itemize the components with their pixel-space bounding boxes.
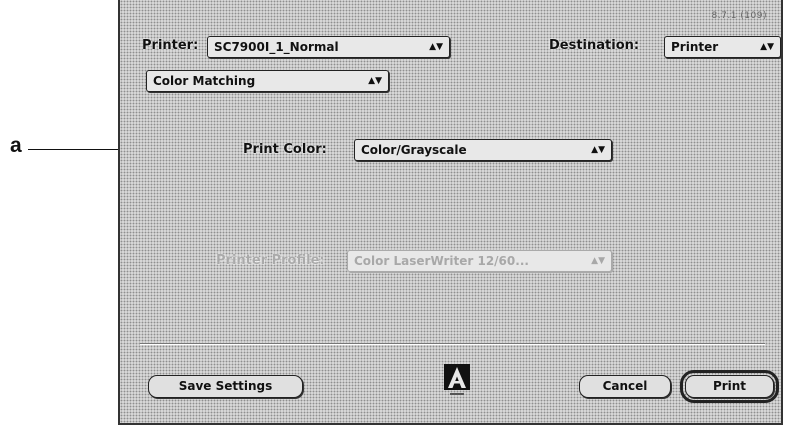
destination-popup[interactable]: Printer ▲▼ — [664, 36, 781, 58]
printer-profile-popup: Color LaserWriter 12/60... ▲▼ — [347, 250, 612, 272]
footer-divider — [140, 343, 765, 345]
destination-label: Destination: — [549, 38, 640, 53]
printer-popup-value: SC7900I_1_Normal — [214, 40, 339, 54]
popup-arrows-icon: ▲▼ — [591, 145, 605, 155]
destination-popup-value: Printer — [671, 40, 719, 54]
printer-popup[interactable]: SC7900I_1_Normal ▲▼ — [207, 36, 450, 58]
printer-profile-label: Printer Profile: — [216, 253, 325, 268]
popup-arrows-icon: ▲▼ — [429, 42, 443, 52]
panel-selector-popup[interactable]: Color Matching ▲▼ — [146, 70, 389, 92]
popup-arrows-icon: ▲▼ — [368, 76, 382, 86]
print-dialog: 8.7.1 (109) Printer: SC7900I_1_Normal ▲▼… — [118, 0, 783, 425]
adobe-logo-icon — [444, 364, 470, 395]
print-button[interactable]: Print — [680, 370, 779, 403]
printer-label: Printer: — [142, 38, 199, 53]
print-color-label: Print Color: — [243, 142, 327, 157]
printer-profile-value: Color LaserWriter 12/60... — [354, 254, 529, 268]
version-label: 8.7.1 (109) — [711, 11, 767, 21]
print-color-value: Color/Grayscale — [361, 143, 467, 157]
cancel-button[interactable]: Cancel — [579, 375, 671, 398]
save-settings-button[interactable]: Save Settings — [148, 375, 303, 398]
popup-arrows-icon: ▲▼ — [591, 256, 605, 266]
popup-arrows-icon: ▲▼ — [760, 42, 774, 52]
print-color-popup[interactable]: Color/Grayscale ▲▼ — [354, 139, 612, 161]
callout-letter: a — [10, 134, 22, 157]
panel-selector-value: Color Matching — [153, 74, 256, 88]
